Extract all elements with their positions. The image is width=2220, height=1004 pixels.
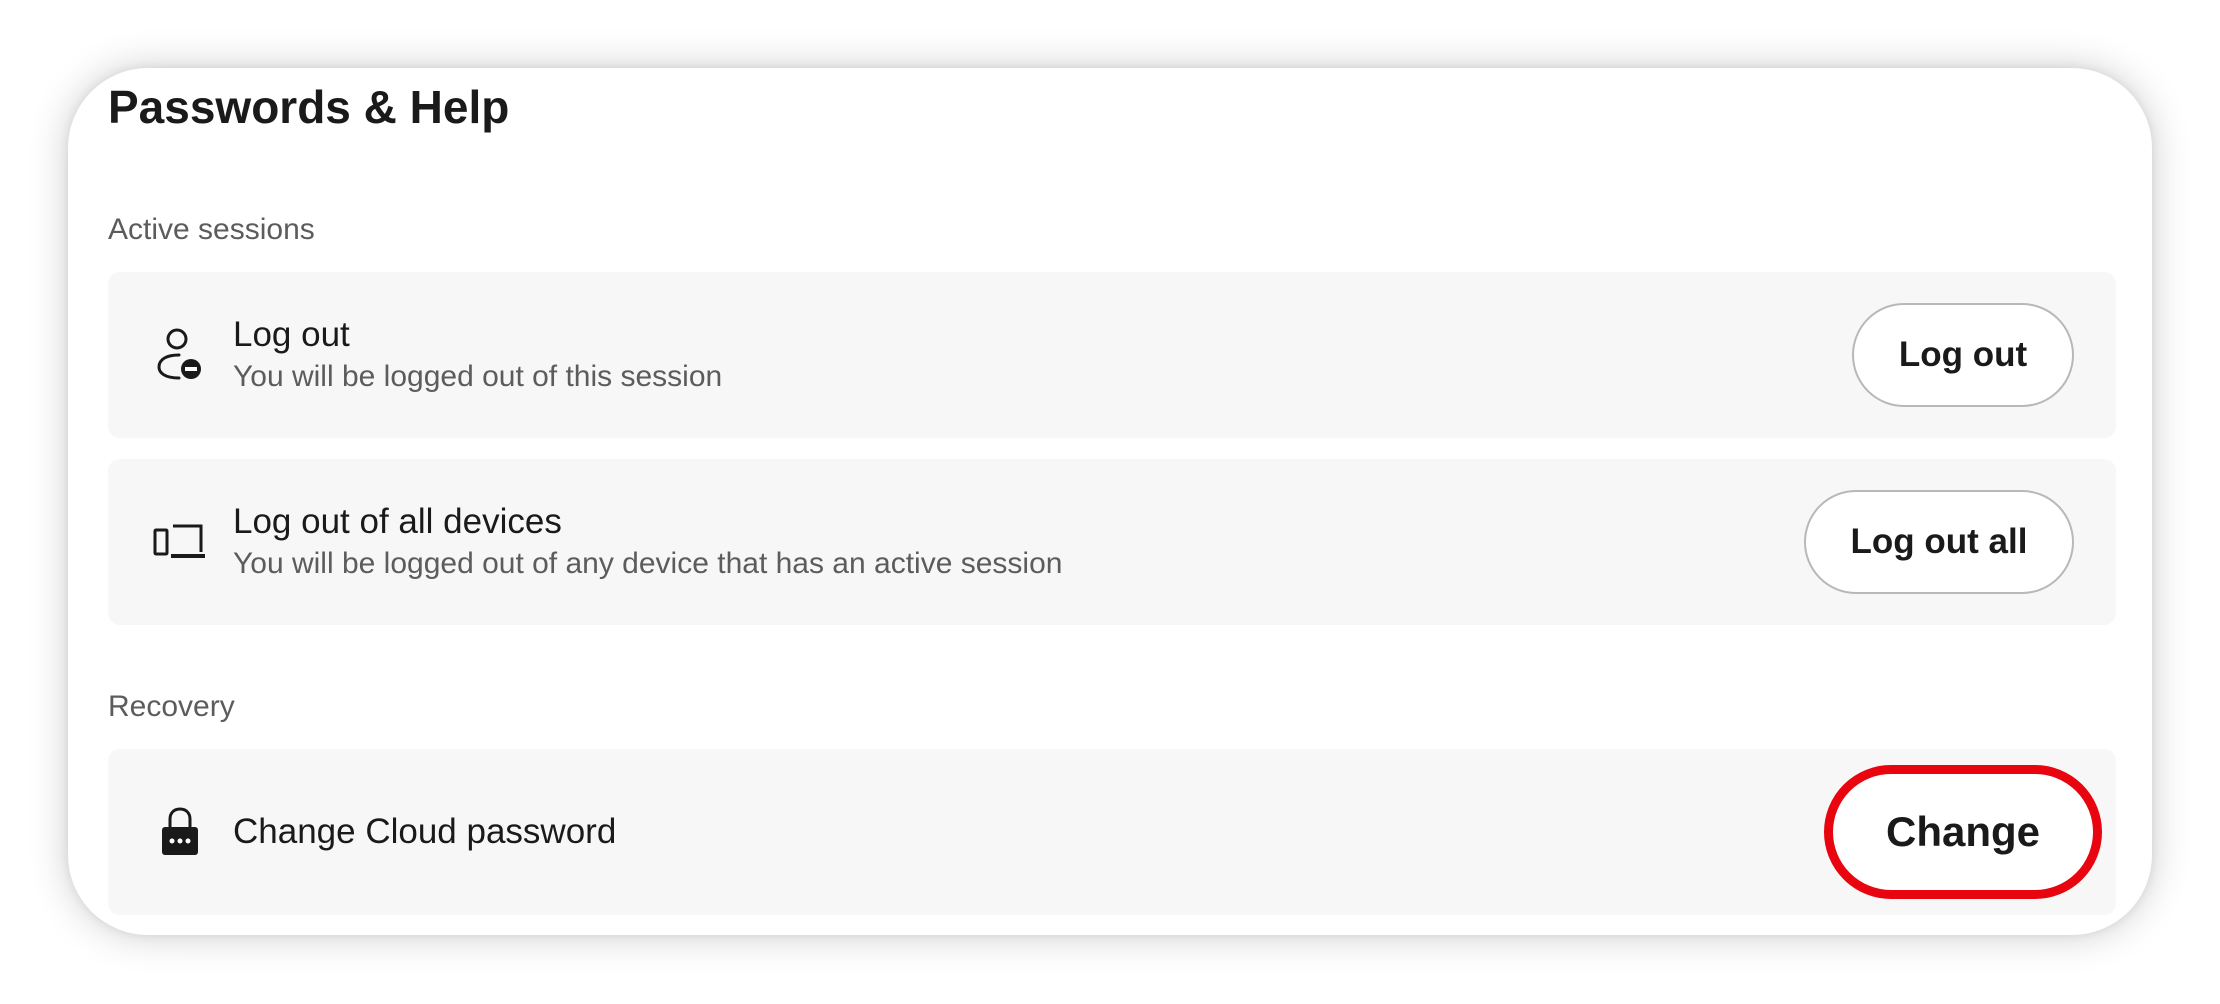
logout-button[interactable]: Log out xyxy=(1852,303,2074,407)
section-label-recovery: Recovery xyxy=(108,690,235,723)
logout-all-row: Log out of all devices You will be logge… xyxy=(108,459,2116,625)
change-password-text: Change Cloud password xyxy=(233,810,616,854)
logout-text: Log out You will be logged out of this s… xyxy=(233,313,722,397)
logout-subtitle: You will be logged out of this session xyxy=(233,360,723,393)
logout-all-subtitle: You will be logged out of any device tha… xyxy=(233,547,1063,580)
logout-all-title: Log out of all devices xyxy=(233,502,562,541)
page-title: Passwords & Help xyxy=(108,81,510,133)
change-password-title: Change Cloud password xyxy=(233,812,617,851)
change-password-row: Change Cloud password Change xyxy=(108,749,2116,915)
lock-icon xyxy=(152,804,208,860)
section-label-active-sessions: Active sessions xyxy=(108,213,315,246)
devices-icon xyxy=(152,514,208,570)
change-password-button[interactable]: Change xyxy=(1824,765,2102,899)
logout-title: Log out xyxy=(233,315,350,354)
logout-all-button[interactable]: Log out all xyxy=(1804,490,2074,594)
logout-all-text: Log out of all devices You will be logge… xyxy=(233,500,1062,584)
passwords-help-panel: Passwords & Help Active sessions Log out… xyxy=(68,68,2152,935)
logout-row: Log out You will be logged out of this s… xyxy=(108,272,2116,438)
user-logout-icon xyxy=(152,327,208,383)
